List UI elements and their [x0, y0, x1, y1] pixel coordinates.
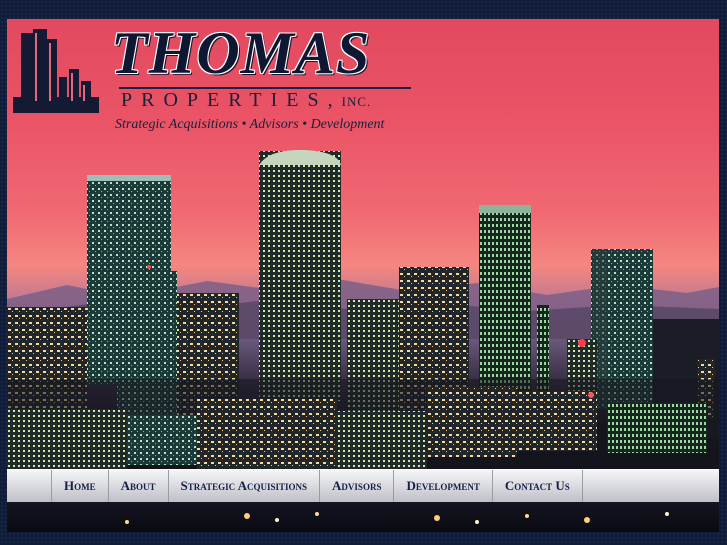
nav-right-spacer	[583, 470, 719, 502]
brand-subtitle-text: PROPERTIES,	[121, 89, 342, 111]
nav-about[interactable]: About	[109, 470, 169, 502]
main-nav: Home About Strategic Acquisitions Adviso…	[7, 469, 719, 503]
building-skyline-icon	[13, 25, 99, 118]
nav-contact-us[interactable]: Contact Us	[493, 470, 583, 502]
brand-suffix: INC.	[341, 94, 372, 109]
nav-advisors[interactable]: Advisors	[320, 470, 395, 502]
nav-home[interactable]: Home	[52, 470, 109, 502]
hero-frame: THOMAS PROPERTIES,INC. Strategic Acquisi…	[7, 19, 719, 532]
bottom-city-strip	[7, 502, 719, 532]
nav-development[interactable]: Development	[394, 470, 493, 502]
brand-tagline: Strategic Acquisitions • Advisors • Deve…	[115, 117, 385, 132]
nav-strategic-acquisitions[interactable]: Strategic Acquisitions	[169, 470, 321, 502]
nav-left-spacer	[7, 470, 52, 502]
brand-name: THOMAS	[111, 20, 371, 86]
brand-subtitle: PROPERTIES,INC.	[121, 89, 421, 112]
